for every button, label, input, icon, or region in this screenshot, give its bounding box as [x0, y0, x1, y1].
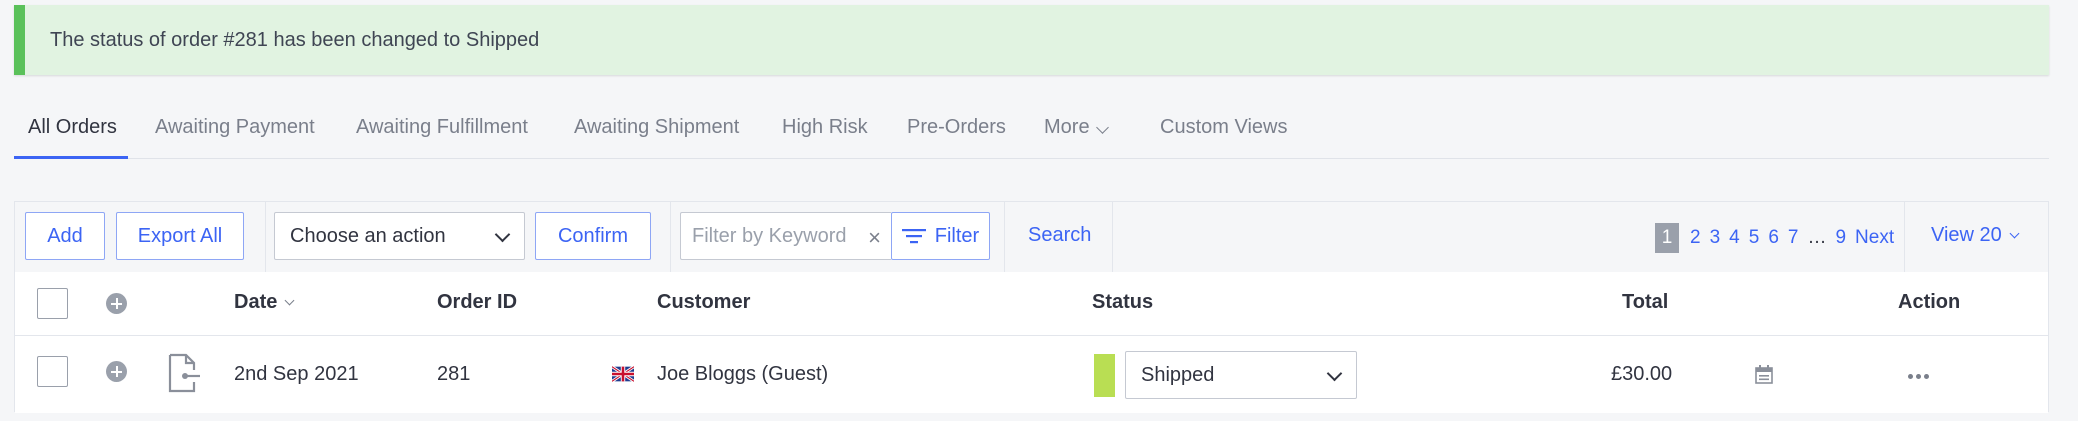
order-date: 2nd Sep 2021	[234, 363, 359, 385]
tab-awaiting-payment[interactable]: Awaiting Payment	[155, 106, 315, 156]
order-status-value: Shipped	[1141, 363, 1215, 386]
export-all-button[interactable]: Export All	[116, 212, 244, 260]
alert-message: The status of order #281 has been change…	[50, 28, 540, 51]
tab-awaiting-fulfillment[interactable]: Awaiting Fulfillment	[356, 106, 528, 156]
tab-label: Awaiting Payment	[155, 116, 315, 138]
calendar-icon[interactable]	[1755, 365, 1773, 384]
view-count-dropdown[interactable]: View 20	[1931, 224, 2020, 247]
tab-label: Awaiting Fulfillment	[356, 116, 528, 138]
order-total: £30.00	[1611, 363, 1673, 385]
bulk-action-select[interactable]: Choose an action	[274, 212, 525, 260]
next-page-link[interactable]: Next	[1855, 227, 1894, 249]
tab-label: Pre-Orders	[907, 116, 1006, 138]
keyword-filter-input[interactable]: Filter by Keyword ×	[680, 212, 891, 260]
order-id[interactable]: 281	[437, 363, 470, 386]
uk-flag-icon	[612, 366, 634, 382]
date-header-label: Date	[234, 291, 278, 313]
view-count-label: View 20	[1931, 224, 2002, 246]
row-checkbox[interactable]	[37, 356, 68, 387]
tab-high-risk[interactable]: High Risk	[782, 106, 868, 156]
search-link[interactable]: Search	[1028, 224, 1091, 247]
orders-panel: Add Export All Choose an action Confirm …	[14, 201, 2049, 413]
chevron-down-icon	[284, 295, 295, 306]
order-id-column-header: Order ID	[437, 291, 518, 313]
status-column-header: Status	[1092, 291, 1154, 313]
divider	[265, 202, 266, 272]
filter-label: Filter	[934, 224, 980, 247]
expand-all-icon[interactable]	[106, 293, 127, 314]
select-all-checkbox[interactable]	[37, 288, 68, 319]
status-color-swatch	[1094, 354, 1115, 397]
page-current[interactable]: 1	[1655, 223, 1679, 253]
page-link[interactable]: 3	[1710, 227, 1721, 249]
add-button[interactable]: Add	[25, 212, 105, 260]
tab-awaiting-shipment[interactable]: Awaiting Shipment	[574, 106, 739, 156]
order-document-icon[interactable]	[167, 353, 201, 393]
page-link[interactable]: 5	[1749, 227, 1760, 249]
tab-label: More	[1044, 116, 1090, 138]
more-actions-icon[interactable]	[1908, 374, 1932, 379]
table-header: Date Order ID Customer Status Total Acti…	[15, 272, 2048, 336]
action-column-header: Action	[1898, 291, 1961, 313]
divider	[670, 202, 671, 272]
chevron-down-icon	[494, 226, 511, 243]
tab-label: Awaiting Shipment	[574, 116, 740, 138]
tab-pre-orders[interactable]: Pre-Orders	[907, 106, 1006, 156]
page-link[interactable]: 2	[1690, 227, 1701, 249]
table-row: 2nd Sep 2021 281 Joe Bloggs (Guest) Ship…	[15, 336, 2048, 413]
tab-label: All Orders	[28, 116, 117, 138]
orders-toolbar: Add Export All Choose an action Confirm …	[15, 202, 2048, 273]
tab-more[interactable]: More	[1044, 106, 1109, 156]
customer-column-header: Customer	[657, 291, 751, 313]
filter-icon	[901, 229, 926, 244]
total-column-header: Total	[1622, 291, 1669, 313]
customer-name[interactable]: Joe Bloggs (Guest)	[657, 363, 828, 386]
divider	[1112, 202, 1113, 272]
tab-label: High Risk	[782, 116, 868, 138]
page-link[interactable]: 7	[1788, 227, 1799, 249]
confirm-button[interactable]: Confirm	[535, 212, 651, 260]
page-ellipsis: …	[1807, 227, 1827, 248]
pagination: 1 2 3 4 5 6 7 … 9 Next	[1655, 223, 1903, 253]
chevron-down-icon	[2009, 228, 2020, 239]
clear-icon[interactable]: ×	[868, 225, 881, 251]
filter-placeholder: Filter by Keyword	[692, 224, 847, 247]
expand-row-icon[interactable]	[106, 361, 127, 382]
tab-label: Custom Views	[1160, 116, 1288, 138]
order-tabs: All Orders Awaiting Payment Awaiting Ful…	[14, 106, 2049, 159]
bulk-action-value: Choose an action	[290, 224, 446, 247]
tab-all-orders[interactable]: All Orders	[14, 106, 128, 159]
page-link[interactable]: 9	[1835, 227, 1846, 249]
divider	[1904, 202, 1905, 272]
page-link[interactable]: 6	[1768, 227, 1779, 249]
order-status-select[interactable]: Shipped	[1125, 351, 1357, 399]
page-link[interactable]: 4	[1729, 227, 1740, 249]
date-column-header[interactable]: Date	[234, 291, 295, 314]
divider	[1004, 202, 1005, 272]
chevron-down-icon	[1326, 365, 1343, 382]
chevron-down-icon	[1095, 121, 1109, 134]
status-change-alert: The status of order #281 has been change…	[14, 5, 2049, 75]
tab-custom-views[interactable]: Custom Views	[1160, 106, 1287, 156]
filter-button[interactable]: Filter	[891, 212, 990, 260]
